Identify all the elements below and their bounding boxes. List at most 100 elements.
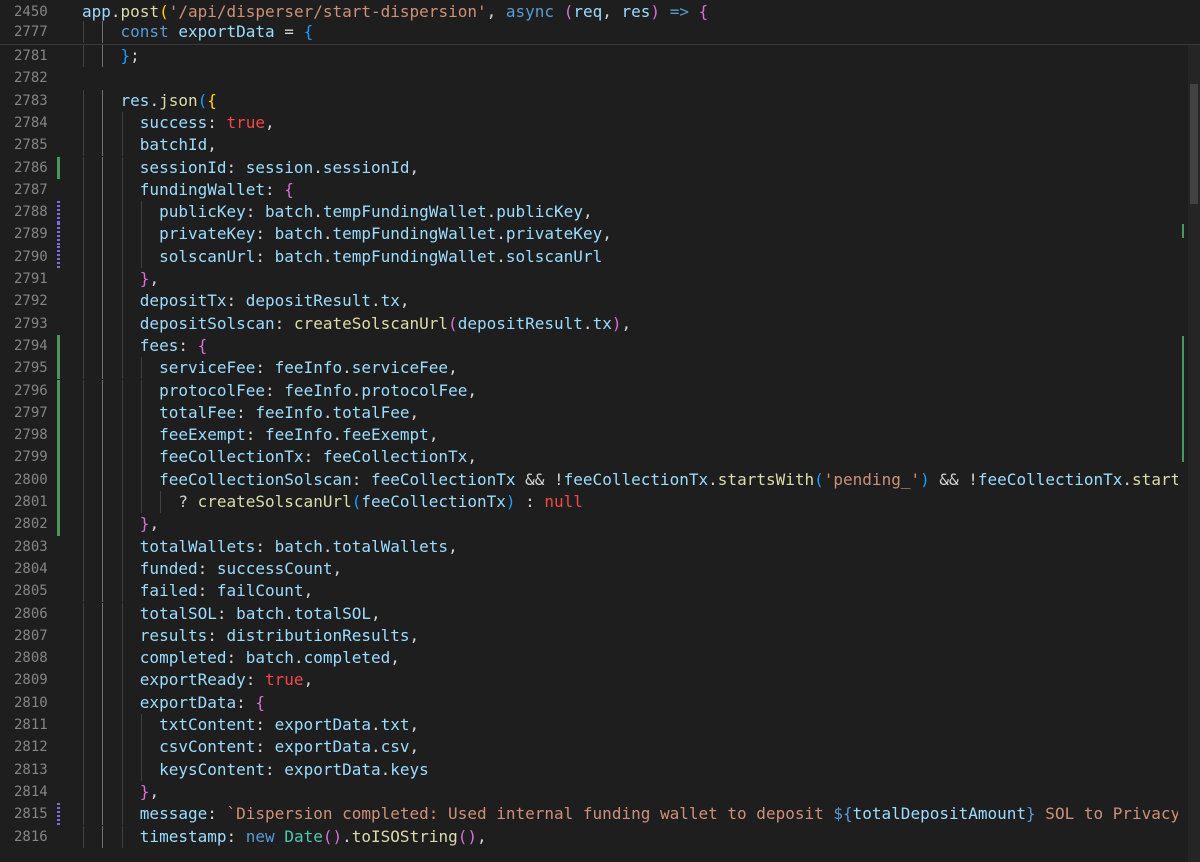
code-text[interactable]: solscanUrl: batch.tempFundingWallet.sols… xyxy=(82,246,602,268)
code-text[interactable]: }, xyxy=(82,268,159,290)
code-token: publicKey xyxy=(159,202,246,222)
vertical-scrollbar[interactable] xyxy=(1188,44,1200,862)
code-line[interactable]: 2797 totalFee: feeInfo.totalFee, xyxy=(0,401,1188,425)
code-token: feeCollectionTx xyxy=(361,492,506,511)
code-text[interactable]: ? createSolscanUrl(feeCollectionTx) : nu… xyxy=(82,491,583,513)
code-text[interactable]: completed: batch.completed, xyxy=(82,647,400,669)
sticky-code-line[interactable]: 2450 app.post('/api/disperser/start-dispe… xyxy=(0,1,1188,23)
code-text[interactable]: timestamp: new Date().toISOString(), xyxy=(82,826,487,848)
code-line[interactable]: 2786 sessionId: session.sessionId, xyxy=(0,156,1188,179)
code-text[interactable]: txtContent: exportData.txt, xyxy=(82,714,419,736)
gutter-modified-marker[interactable] xyxy=(57,803,60,826)
code-line[interactable]: 2782 xyxy=(0,67,1188,89)
code-line[interactable]: 2789 privateKey: batch.tempFundingWallet… xyxy=(0,223,1188,246)
code-line[interactable]: 2799 feeCollectionTx: feeCollectionTx, xyxy=(0,446,1188,469)
code-text[interactable]: funded: successCount, xyxy=(82,558,342,580)
scrollbar-thumb[interactable] xyxy=(1190,84,1198,204)
code-line[interactable]: 2814 }, xyxy=(0,780,1188,804)
code-token: . xyxy=(582,313,593,333)
gutter-added-marker[interactable] xyxy=(57,491,60,514)
code-line[interactable]: 2810 exportData: { xyxy=(0,691,1188,714)
code-line[interactable]: 2805 failed: failCount, xyxy=(0,580,1188,603)
code-line[interactable]: 2801 ? createSolscanUrl(feeCollectionTx)… xyxy=(0,491,1188,514)
code-line[interactable]: 2785 batchId, xyxy=(0,134,1188,157)
code-line[interactable]: 2816 timestamp: new Date().toISOString()… xyxy=(0,825,1188,848)
code-line[interactable]: 2790 solscanUrl: batch.tempFundingWallet… xyxy=(0,245,1188,268)
code-text[interactable]: batchId, xyxy=(82,134,217,156)
code-text[interactable]: totalSOL: batch.totalSOL, xyxy=(82,603,381,625)
code-text[interactable]: res.json({ xyxy=(82,90,217,112)
code-editor[interactable]: 2450 app.post('/api/disperser/start-dispe… xyxy=(0,0,1200,862)
code-text[interactable]: results: distributionResults, xyxy=(82,625,419,647)
code-line[interactable]: 2800 feeCollectionSolscan: feeCollection… xyxy=(0,468,1200,491)
sticky-scroll-header[interactable]: 2450 app.post('/api/disperser/start-dispe… xyxy=(0,0,1200,45)
gutter-added-marker[interactable] xyxy=(57,379,60,402)
code-text[interactable]: protocolFee: feeInfo.protocolFee, xyxy=(82,380,477,402)
code-line[interactable]: 2804 funded: successCount, xyxy=(0,557,1188,581)
code-line[interactable]: 2788 publicKey: batch.tempFundingWallet.… xyxy=(0,201,1188,224)
code-line[interactable]: 2809 exportReady: true, xyxy=(0,669,1188,692)
code-text[interactable]: success: true, xyxy=(82,112,275,134)
code-line[interactable]: 2803 totalWallets: batch.totalWallets, xyxy=(0,535,1188,558)
code-text[interactable]: exportReady: true, xyxy=(82,669,313,691)
gutter-added-marker[interactable] xyxy=(57,446,60,469)
code-text[interactable]: const exportData = { xyxy=(82,21,314,43)
code-text[interactable]: publicKey: batch.tempFundingWallet.publi… xyxy=(82,201,593,223)
code-text[interactable]: privateKey: batch.tempFundingWallet.priv… xyxy=(82,223,612,245)
code-line[interactable]: 2781 }; xyxy=(0,45,1188,68)
code-text[interactable]: exportData: { xyxy=(82,692,265,714)
code-line[interactable]: 2798 feeExempt: feeInfo.feeExempt, xyxy=(0,424,1188,447)
code-text[interactable]: }, xyxy=(82,513,159,535)
code-line[interactable]: 2783 res.json({ xyxy=(0,89,1188,112)
code-line[interactable]: 2793 depositSolscan: createSolscanUrl(de… xyxy=(0,312,1188,335)
code-text[interactable]: fees: { xyxy=(82,335,207,357)
code-line[interactable]: 2815 message: `Dispersion completed: Use… xyxy=(0,803,1200,826)
code-text[interactable]: totalWallets: batch.totalWallets, xyxy=(82,536,458,558)
code-text[interactable]: keysContent: exportData.keys xyxy=(82,759,429,781)
gutter-added-marker[interactable] xyxy=(57,424,60,447)
code-text[interactable]: }, xyxy=(82,781,159,803)
gutter-added-marker[interactable] xyxy=(57,401,60,425)
code-line[interactable]: 2794 fees: { xyxy=(0,334,1188,358)
code-text[interactable]: }; xyxy=(82,45,140,67)
gutter-added-marker[interactable] xyxy=(57,357,60,380)
gutter-added-marker[interactable] xyxy=(57,513,60,536)
code-line[interactable]: 2792 depositTx: depositResult.tx, xyxy=(0,290,1188,313)
code-text[interactable]: failed: failCount, xyxy=(82,580,313,602)
code-text[interactable]: app.post('/api/disperser/start-dispersio… xyxy=(82,1,708,23)
code-line[interactable]: 2813 keysContent: exportData.keys xyxy=(0,758,1188,781)
code-text[interactable]: sessionId: session.sessionId, xyxy=(82,157,419,179)
code-line[interactable]: 2807 results: distributionResults, xyxy=(0,624,1188,648)
gutter-added-marker[interactable] xyxy=(57,156,60,179)
code-text[interactable]: fundingWallet: { xyxy=(82,179,294,201)
code-token: completed xyxy=(139,648,227,668)
code-text[interactable]: feeExempt: feeInfo.feeExempt, xyxy=(82,424,438,446)
code-text[interactable]: depositSolscan: createSolscanUrl(deposit… xyxy=(82,313,631,335)
code-token: totalWallets xyxy=(139,536,256,556)
gutter-modified-marker[interactable] xyxy=(57,223,60,246)
code-text[interactable]: depositTx: depositResult.tx, xyxy=(82,290,410,312)
code-line[interactable]: 2811 txtContent: exportData.txt, xyxy=(0,714,1188,737)
code-line[interactable]: 2806 totalSOL: batch.totalSOL, xyxy=(0,602,1188,625)
code-line[interactable]: 2812 csvContent: exportData.csv, xyxy=(0,736,1188,759)
sticky-code-line[interactable]: 2777 const exportData = { xyxy=(0,21,1188,44)
code-text[interactable]: feeCollectionTx: feeCollectionTx, xyxy=(82,446,477,468)
code-token: , xyxy=(486,2,506,21)
code-text[interactable]: totalFee: feeInfo.totalFee, xyxy=(82,402,419,424)
gutter-added-marker[interactable] xyxy=(57,334,60,358)
code-line[interactable]: 2791 }, xyxy=(0,268,1188,291)
code-line[interactable]: 2808 completed: batch.completed, xyxy=(0,647,1188,670)
gutter-modified-marker[interactable] xyxy=(57,245,60,268)
code-line[interactable]: 2787 fundingWallet: { xyxy=(0,178,1188,202)
code-line[interactable]: 2796 protocolFee: feeInfo.protocolFee, xyxy=(0,379,1188,402)
code-text[interactable]: serviceFee: feeInfo.serviceFee, xyxy=(82,357,458,379)
gutter-modified-marker[interactable] xyxy=(57,201,60,224)
code-text[interactable]: feeCollectionSolscan: feeCollectionTx &&… xyxy=(82,469,1200,491)
code-text[interactable]: csvContent: exportData.csv, xyxy=(82,736,419,758)
code-text[interactable]: message: `Dispersion completed: Used int… xyxy=(82,803,1200,825)
code-line[interactable]: 2784 success: true, xyxy=(0,111,1188,135)
code-line[interactable]: 2795 serviceFee: feeInfo.serviceFee, xyxy=(0,357,1188,380)
code-line[interactable]: 2802 }, xyxy=(0,513,1188,536)
gutter-added-marker[interactable] xyxy=(57,468,60,491)
